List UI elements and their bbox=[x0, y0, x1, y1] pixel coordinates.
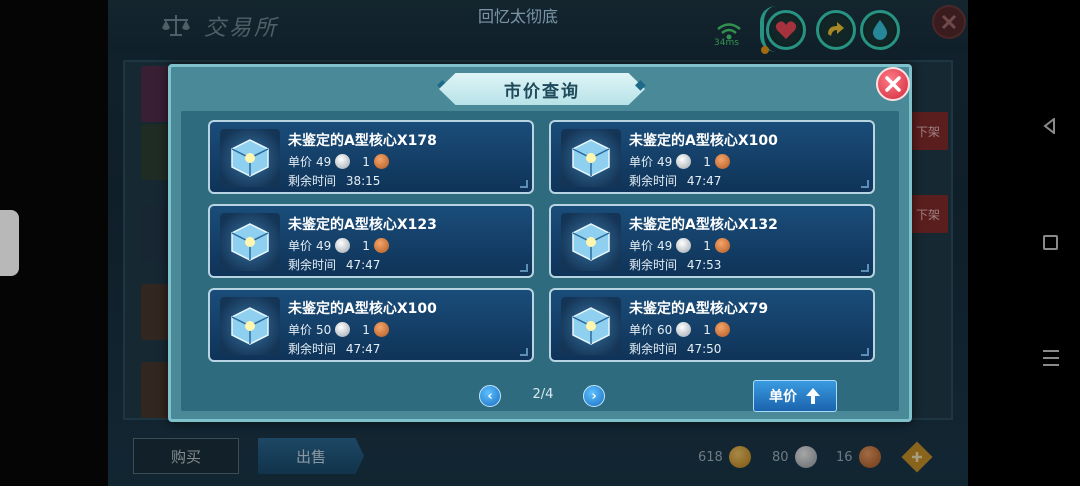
nav-menu-icon[interactable] bbox=[1043, 350, 1059, 366]
core-cube-icon bbox=[561, 297, 621, 355]
copper-coin-icon bbox=[373, 322, 389, 337]
item-name: 未鉴定的A型核心X178 bbox=[288, 133, 437, 149]
core-cube-icon bbox=[561, 213, 621, 271]
silver-price: 49 bbox=[316, 154, 332, 169]
item-name: 未鉴定的A型核心X100 bbox=[288, 301, 437, 317]
core-cube-icon bbox=[561, 129, 621, 187]
close-icon bbox=[885, 76, 901, 92]
card-corner-decoration bbox=[520, 180, 528, 188]
silver-coin-icon bbox=[335, 322, 351, 337]
time-label: 剩余时间 bbox=[629, 258, 678, 272]
silver-price: 50 bbox=[316, 322, 332, 337]
core-cube-icon bbox=[220, 297, 280, 355]
dialog-title: 市价查询 bbox=[504, 81, 580, 102]
listing-card[interactable]: 未鉴定的A型核心X123 单价 49 1 剩余时间 47:47 bbox=[208, 204, 534, 278]
silver-price: 49 bbox=[316, 238, 332, 253]
time-row: 剩余时间 47:50 bbox=[629, 340, 721, 357]
nav-home-icon[interactable] bbox=[1043, 235, 1058, 250]
core-cube-icon bbox=[220, 213, 280, 271]
card-corner-decoration bbox=[861, 348, 869, 356]
dialog-close-button[interactable] bbox=[876, 67, 910, 101]
copper-coin-icon bbox=[714, 154, 730, 169]
copper-coin-icon bbox=[714, 322, 730, 337]
copper-price: 1 bbox=[703, 154, 711, 169]
time-remaining: 47:47 bbox=[345, 258, 381, 272]
item-name: 未鉴定的A型核心X132 bbox=[629, 217, 778, 233]
time-row: 剩余时间 47:47 bbox=[288, 340, 380, 357]
time-label: 剩余时间 bbox=[288, 174, 337, 188]
listing-card[interactable]: 未鉴定的A型核心X79 单价 60 1 剩余时间 47:50 bbox=[549, 288, 875, 362]
item-name: 未鉴定的A型核心X100 bbox=[629, 133, 778, 149]
time-remaining: 47:47 bbox=[345, 342, 381, 356]
card-corner-decoration bbox=[520, 348, 528, 356]
sort-up-arrow-icon bbox=[806, 388, 820, 404]
copper-price: 1 bbox=[362, 154, 370, 169]
card-corner-decoration bbox=[520, 264, 528, 272]
time-row: 剩余时间 38:15 bbox=[288, 172, 380, 189]
silver-price: 49 bbox=[657, 154, 673, 169]
copper-price: 1 bbox=[362, 238, 370, 253]
silver-coin-icon bbox=[676, 322, 692, 337]
price-label: 单价 bbox=[288, 323, 313, 337]
price-row: 单价 49 1 bbox=[629, 153, 730, 170]
item-name: 未鉴定的A型核心X123 bbox=[288, 217, 437, 233]
copper-price: 1 bbox=[362, 322, 370, 337]
card-corner-decoration bbox=[861, 180, 869, 188]
copper-price: 1 bbox=[703, 238, 711, 253]
silver-coin-icon bbox=[676, 238, 692, 253]
price-label: 单价 bbox=[629, 155, 654, 169]
time-remaining: 47:53 bbox=[686, 258, 722, 272]
system-nav-bar bbox=[968, 0, 1080, 486]
core-cube-icon bbox=[220, 129, 280, 187]
price-row: 单价 49 1 bbox=[288, 237, 389, 254]
nav-back-icon[interactable] bbox=[1042, 118, 1058, 134]
next-page-button[interactable]: › bbox=[583, 385, 605, 407]
card-corner-decoration bbox=[861, 264, 869, 272]
title-banner: 市价查询 bbox=[439, 73, 645, 105]
prev-page-button[interactable]: ‹ bbox=[479, 385, 501, 407]
sort-label: 单价 bbox=[769, 389, 797, 405]
time-label: 剩余时间 bbox=[288, 342, 337, 356]
listing-card[interactable]: 未鉴定的A型核心X100 单价 49 1 剩余时间 47:47 bbox=[549, 120, 875, 194]
price-row: 单价 50 1 bbox=[288, 321, 389, 338]
sort-by-price-button[interactable]: 单价 bbox=[753, 380, 837, 412]
copper-coin-icon bbox=[373, 154, 389, 169]
time-row: 剩余时间 47:53 bbox=[629, 256, 721, 273]
price-row: 单价 60 1 bbox=[629, 321, 730, 338]
silver-price: 49 bbox=[657, 238, 673, 253]
chevron-left-icon: ‹ bbox=[487, 388, 493, 404]
listing-card[interactable]: 未鉴定的A型核心X178 单价 49 1 剩余时间 38:15 bbox=[208, 120, 534, 194]
item-name: 未鉴定的A型核心X79 bbox=[629, 301, 769, 317]
chevron-right-icon: › bbox=[591, 388, 597, 404]
edge-panel-handle[interactable] bbox=[0, 210, 19, 276]
time-remaining: 38:15 bbox=[345, 174, 381, 188]
silver-coin-icon bbox=[335, 154, 351, 169]
price-label: 单价 bbox=[629, 239, 654, 253]
price-label: 单价 bbox=[288, 239, 313, 253]
time-remaining: 47:50 bbox=[686, 342, 722, 356]
copper-coin-icon bbox=[714, 238, 730, 253]
price-label: 单价 bbox=[629, 323, 654, 337]
page-indicator: 2/4 bbox=[532, 387, 554, 402]
time-label: 剩余时间 bbox=[629, 174, 678, 188]
price-label: 单价 bbox=[288, 155, 313, 169]
copper-coin-icon bbox=[373, 238, 389, 253]
listing-card[interactable]: 未鉴定的A型核心X100 单价 50 1 剩余时间 47:47 bbox=[208, 288, 534, 362]
silver-coin-icon bbox=[335, 238, 351, 253]
silver-price: 60 bbox=[657, 322, 673, 337]
copper-price: 1 bbox=[703, 322, 711, 337]
time-label: 剩余时间 bbox=[288, 258, 337, 272]
silver-coin-icon bbox=[676, 154, 692, 169]
price-row: 单价 49 1 bbox=[629, 237, 730, 254]
time-row: 剩余时间 47:47 bbox=[629, 172, 721, 189]
time-remaining: 47:47 bbox=[686, 174, 722, 188]
banner-ornament-icon: ◆ bbox=[635, 77, 646, 93]
market-price-dialog: ◆ 市价查询 ◆ 未鉴定的A型核心X178 单价 49 1 剩余时间 38:15… bbox=[168, 64, 912, 422]
time-label: 剩余时间 bbox=[629, 342, 678, 356]
time-row: 剩余时间 47:47 bbox=[288, 256, 380, 273]
listing-card[interactable]: 未鉴定的A型核心X132 单价 49 1 剩余时间 47:53 bbox=[549, 204, 875, 278]
price-row: 单价 49 1 bbox=[288, 153, 389, 170]
